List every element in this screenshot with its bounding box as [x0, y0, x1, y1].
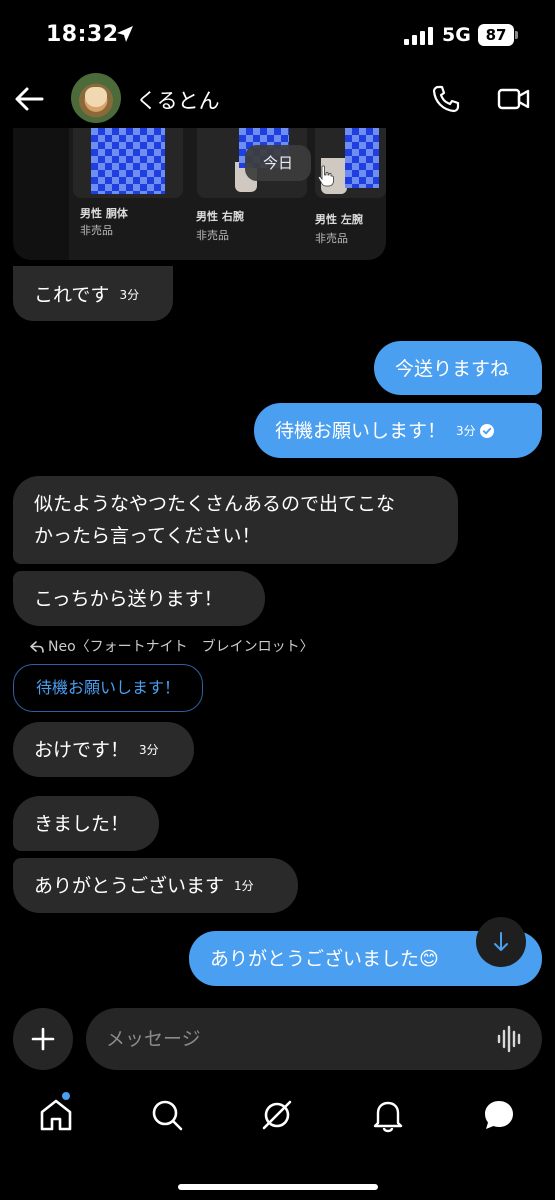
shared-image-card[interactable]: 男性 胴体 非売品 男性 右腕 非売品 男性 左腕 非売品 [13, 128, 386, 260]
grok-icon[interactable] [259, 1097, 295, 1133]
signal-icon [404, 27, 433, 45]
search-icon[interactable] [149, 1097, 185, 1133]
message-time: 3分 [456, 423, 476, 438]
message-text-line-1: 似たようなやつたくさんあるので出てこな [34, 493, 396, 515]
reply-arrow-icon [30, 641, 44, 653]
read-check-icon [479, 423, 494, 438]
notification-dot [62, 1092, 70, 1100]
reply-to-name: Neo〈フォートナイト ブレインロット〉 [48, 639, 314, 655]
message-text: これです [34, 283, 110, 306]
notifications-bell-icon[interactable] [370, 1097, 406, 1133]
message-outgoing[interactable]: 待機お願いします！ 3分 [254, 403, 542, 458]
message-input[interactable] [106, 1023, 486, 1055]
chat-header: くるとん [0, 70, 555, 130]
message-incoming[interactable]: これです 3分 [13, 266, 173, 321]
item-status-2: 非売品 [196, 229, 229, 242]
item-thumbnail-3 [315, 128, 386, 198]
item-name-3: 男性 左腕 [315, 213, 363, 226]
message-text: こっちから送ります！ [34, 587, 223, 610]
message-incoming[interactable]: こっちから送ります！ [13, 571, 265, 626]
status-time: 18:32 [46, 22, 119, 47]
item-status-3: 非売品 [315, 232, 348, 245]
item-status-1: 非売品 [80, 224, 113, 237]
network-type: 5G [442, 24, 471, 46]
date-divider-chip: 今日 [245, 145, 311, 181]
avatar[interactable] [71, 73, 121, 123]
message-incoming[interactable]: きました！ [13, 796, 159, 851]
contact-name[interactable]: くるとん [136, 85, 220, 115]
quoted-message[interactable]: 待機お願いします！ [13, 664, 203, 712]
item-name-1: 男性 胴体 [80, 207, 128, 220]
messages-chat-icon[interactable] [481, 1097, 517, 1133]
video-call-icon[interactable] [497, 86, 531, 112]
plus-icon [31, 1027, 55, 1051]
message-text: ありがとうございます [34, 874, 225, 897]
battery-indicator: 87 [478, 24, 514, 46]
item-name-2: 男性 右腕 [196, 210, 244, 223]
arrow-down-icon [494, 932, 508, 951]
message-text: 今送りますね [395, 357, 510, 380]
message-text: おけです！ [34, 738, 130, 761]
image-dark-strip [13, 128, 69, 260]
message-time: 3分 [119, 287, 140, 302]
status-bar: 18:32 5G 87 [0, 0, 555, 70]
message-incoming[interactable]: ありがとうございます 1分 [13, 858, 298, 913]
message-time: 3分 [139, 742, 159, 757]
add-attachment-button[interactable] [13, 1008, 73, 1070]
home-icon[interactable] [38, 1097, 74, 1133]
item-thumbnail-1 [73, 128, 183, 198]
message-text-line-2: かったら言ってください！ [34, 525, 261, 547]
battery-tip [515, 31, 518, 39]
voice-message-icon[interactable] [496, 1025, 524, 1053]
message-text: 待機お願いします！ [275, 419, 447, 442]
scroll-to-bottom-button[interactable] [476, 917, 526, 967]
bottom-tab-bar [0, 1085, 555, 1155]
back-arrow-icon[interactable] [14, 86, 44, 112]
message-text: きました！ [34, 812, 130, 835]
location-arrow-icon [117, 26, 133, 42]
message-time: 1分 [234, 878, 254, 893]
phone-call-icon[interactable] [431, 84, 461, 114]
message-outgoing[interactable]: 今送りますね [374, 341, 542, 395]
home-indicator [178, 1184, 378, 1190]
message-incoming[interactable]: 似たようなやつたくさんあるので出てこな かったら言ってください！ [13, 476, 458, 564]
hand-cursor-icon [318, 165, 334, 187]
reply-reference: Neo〈フォートナイト ブレインロット〉 [30, 636, 314, 656]
message-input-container [86, 1008, 542, 1070]
message-text: ありがとうございました😊 [210, 947, 439, 970]
message-incoming[interactable]: おけです！ 3分 [13, 722, 194, 777]
